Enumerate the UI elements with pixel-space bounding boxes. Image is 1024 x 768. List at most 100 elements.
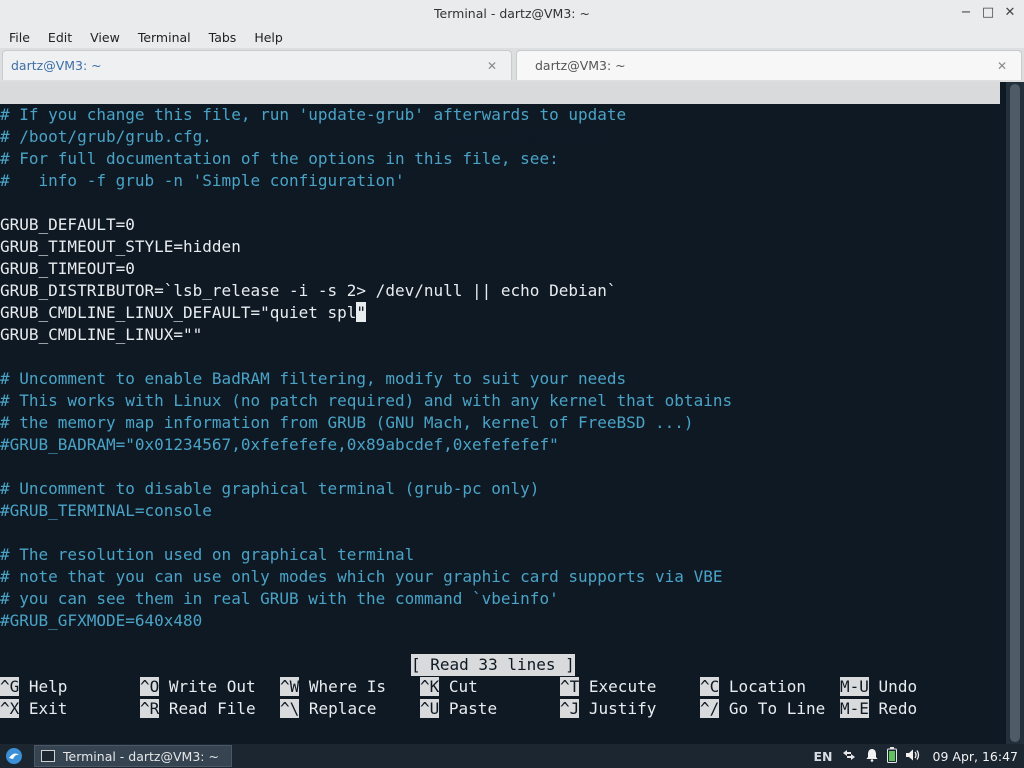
editor-line[interactable]: #GRUB_BADRAM="0x01234567,0xfefefefe,0x89… <box>0 434 559 456</box>
editor-line[interactable]: # For full documentation of the options … <box>0 148 559 170</box>
terminal-icon <box>41 750 55 762</box>
menu-tabs[interactable]: Tabs <box>200 30 246 45</box>
shortcut-item[interactable]: ^T Execute <box>560 676 656 698</box>
terminal-scrollbar[interactable] <box>1006 82 1024 744</box>
tab-terminal-2[interactable]: dartz@VM3: ~ ✕ <box>516 50 1022 80</box>
shortcut-key: ^\ <box>280 699 300 718</box>
menu-edit[interactable]: Edit <box>39 30 81 45</box>
shortcut-label: Justify <box>588 699 657 718</box>
taskbar: Terminal - dartz@VM3: ~ EN 09 Apr, 16:47 <box>0 744 1024 768</box>
menu-view[interactable]: View <box>81 30 129 45</box>
tab-bar: dartz@VM3: ~ ✕ dartz@VM3: ~ ✕ <box>0 48 1024 83</box>
network-icon[interactable] <box>841 748 857 765</box>
editor-line-text: GRUB_TIMEOUT_STYLE=hidden <box>0 237 241 256</box>
close-tab-icon[interactable]: ✕ <box>997 59 1007 73</box>
start-menu-icon[interactable] <box>4 746 24 766</box>
editor-line[interactable]: GRUB_CMDLINE_LINUX="" <box>0 324 202 346</box>
shortcut-item[interactable]: M-E Redo <box>840 698 917 720</box>
editor-line-text: # you can see them in real GRUB with the… <box>0 589 559 608</box>
shortcut-key: ^R <box>140 699 160 718</box>
editor-line[interactable]: GRUB_CMDLINE_LINUX_DEFAULT="quiet spl" <box>0 302 367 324</box>
shortcut-key: M-E <box>840 699 869 718</box>
shortcut-label: Replace <box>308 699 377 718</box>
editor-line[interactable]: #GRUB_GFXMODE=640x480 <box>0 610 202 632</box>
shortcut-item[interactable]: ^R Read File <box>140 698 256 720</box>
editor-line[interactable]: GRUB_TIMEOUT_STYLE=hidden <box>0 236 241 258</box>
editor-line[interactable]: # Uncomment to disable graphical termina… <box>0 478 539 500</box>
editor-line-text: # This works with Linux (no patch requir… <box>0 391 733 410</box>
volume-icon[interactable] <box>905 748 921 765</box>
editor-line-text: # For full documentation of the options … <box>0 149 559 168</box>
terminal-view[interactable]: GNU nano 6.2 /etc/default/grub * # If yo… <box>0 82 1006 744</box>
editor-line-text: # note that you can use only modes which… <box>0 567 723 586</box>
editor-line-text: # the memory map information from GRUB (… <box>0 413 694 432</box>
shortcut-item[interactable]: ^U Paste <box>420 698 497 720</box>
shortcut-key: ^G <box>0 677 20 696</box>
editor-line-text: GRUB_CMDLINE_LINUX="" <box>0 325 203 344</box>
editor-line[interactable]: # This works with Linux (no patch requir… <box>0 390 732 412</box>
battery-icon[interactable] <box>886 746 897 766</box>
shortcut-label: Undo <box>878 677 918 696</box>
shortcut-label: Write Out <box>168 677 256 696</box>
shortcut-item[interactable]: M-U Undo <box>840 676 917 698</box>
editor-line-text: # /boot/grub/grub.cfg. <box>0 127 212 146</box>
editor-line-text: #GRUB_BADRAM="0x01234567,0xfefefefe,0x89… <box>0 435 559 454</box>
nano-status-message: [ Read 33 lines ] <box>411 654 575 676</box>
menu-bar: File Edit View Terminal Tabs Help <box>0 26 1024 48</box>
editor-line[interactable]: # Uncomment to enable BadRAM filtering, … <box>0 368 626 390</box>
menu-file[interactable]: File <box>0 30 39 45</box>
shortcut-key: ^O <box>140 677 160 696</box>
editor-line-text: # Uncomment to disable graphical termina… <box>0 479 540 498</box>
nano-filename: /etc/default/grub * <box>440 127 624 146</box>
shortcut-item[interactable]: ^/ Go To Line <box>700 698 825 720</box>
shortcut-item[interactable]: ^J Justify <box>560 698 656 720</box>
shortcut-label: Exit <box>28 699 68 718</box>
editor-line[interactable]: GRUB_TIMEOUT=0 <box>0 258 135 280</box>
editor-line[interactable]: # you can see them in real GRUB with the… <box>0 588 559 610</box>
tab-terminal-1[interactable]: dartz@VM3: ~ ✕ <box>2 50 512 80</box>
editor-line[interactable]: GRUB_DEFAULT=0 <box>0 214 135 236</box>
editor-line[interactable]: # /boot/grub/grub.cfg. <box>0 126 212 148</box>
window-titlebar[interactable]: Terminal - dartz@VM3: ~ − □ ✕ <box>0 0 1024 26</box>
editor-line[interactable]: # If you change this file, run 'update-g… <box>0 104 626 126</box>
taskbar-terminal-button[interactable]: Terminal - dartz@VM3: ~ <box>34 745 232 767</box>
close-tab-icon[interactable]: ✕ <box>487 59 497 73</box>
editor-line[interactable]: # the memory map information from GRUB (… <box>0 412 694 434</box>
shortcut-item[interactable]: ^C Location <box>700 676 806 698</box>
shortcut-label: Redo <box>878 699 918 718</box>
editor-line-text: GRUB_TIMEOUT=0 <box>0 259 135 278</box>
tab-label: dartz@VM3: ~ <box>535 58 626 73</box>
editor-line[interactable]: # The resolution used on graphical termi… <box>0 544 414 566</box>
shortcut-item[interactable]: ^O Write Out <box>140 676 256 698</box>
menu-help[interactable]: Help <box>245 30 292 45</box>
clock[interactable]: 09 Apr, 16:47 <box>933 749 1018 764</box>
scrollbar-thumb[interactable] <box>1010 84 1020 742</box>
editor-line-text: #GRUB_GFXMODE=640x480 <box>0 611 203 630</box>
keyboard-layout-indicator[interactable]: EN <box>814 749 833 764</box>
editor-line[interactable]: #GRUB_TERMINAL=console <box>0 500 212 522</box>
close-window-button[interactable]: ✕ <box>1002 4 1018 20</box>
shortcut-item[interactable]: ^W Where Is <box>280 676 386 698</box>
editor-line-text: # info -f grub -n 'Simple configuration' <box>0 171 405 190</box>
editor-line[interactable]: GRUB_DISTRIBUTOR=`lsb_release -i -s 2> /… <box>0 280 617 302</box>
shortcut-key: ^K <box>420 677 440 696</box>
editor-line[interactable]: # note that you can use only modes which… <box>0 566 722 588</box>
menu-terminal[interactable]: Terminal <box>129 30 200 45</box>
shortcut-label: Where Is <box>308 677 386 696</box>
taskbar-task-label: Terminal - dartz@VM3: ~ <box>63 748 219 764</box>
shortcut-key: ^X <box>0 699 20 718</box>
tab-label: dartz@VM3: ~ <box>11 58 102 73</box>
shortcut-key: M-U <box>840 677 869 696</box>
shortcut-item[interactable]: ^\ Replace <box>280 698 376 720</box>
system-tray: EN 09 Apr, 16:47 <box>814 744 1018 768</box>
shortcut-key: ^W <box>280 677 300 696</box>
shortcut-item[interactable]: ^G Help <box>0 676 67 698</box>
text-cursor: " <box>356 302 367 322</box>
shortcut-item[interactable]: ^K Cut <box>420 676 478 698</box>
minimize-button[interactable]: − <box>958 4 974 20</box>
maximize-button[interactable]: □ <box>980 4 996 20</box>
editor-line[interactable]: # info -f grub -n 'Simple configuration' <box>0 170 405 192</box>
shortcut-item[interactable]: ^X Exit <box>0 698 67 720</box>
notification-bell-icon[interactable] <box>865 748 879 765</box>
shortcut-label: Location <box>728 677 806 696</box>
